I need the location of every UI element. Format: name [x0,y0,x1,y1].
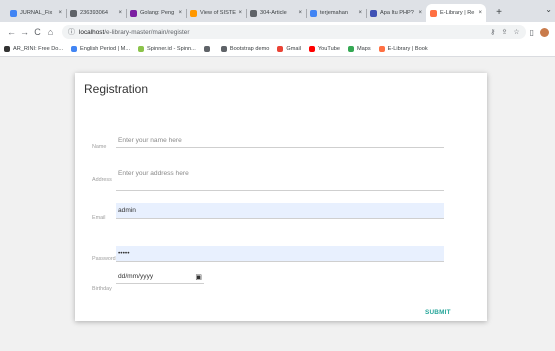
home-icon[interactable]: ⌂ [45,27,56,38]
browser-toolbar: ← → C ⌂ ⓘ localhost/e-library-master/mai… [0,22,555,42]
share-icon[interactable]: ⇪ [501,28,507,36]
name-input[interactable] [116,134,444,148]
password-input[interactable] [116,246,444,262]
bookmark-item[interactable] [203,46,213,52]
email-input[interactable] [116,203,444,219]
tab-title: View of SISTE [200,10,236,16]
reload-icon[interactable]: C [32,27,43,38]
tab-active[interactable]: E-Library | Re × [426,4,486,22]
gmail-icon [277,46,284,52]
bookmark-label: E-Library | Book [387,46,428,52]
close-icon[interactable]: × [358,10,362,16]
tab[interactable]: Apa Itu PHP? × [366,4,426,22]
close-icon[interactable]: × [178,10,182,16]
bookmark-item[interactable]: Maps [347,46,371,52]
birthday-date-input[interactable]: dd/mm/yyyy ▣ [116,270,204,284]
globe-icon [203,46,210,52]
bookmarks-bar: AR_RINI: Free Do... English Period | M..… [0,42,555,57]
tab[interactable]: Golang: Peng × [126,4,186,22]
tab-title: E-Library | Re [440,10,475,16]
profile-avatar[interactable] [540,27,549,37]
bookmark-item[interactable]: AR_RINI: Free Do... [4,46,63,52]
forward-icon[interactable]: → [19,27,30,38]
library-icon [430,9,437,17]
star-icon[interactable]: ☆ [513,28,519,36]
calendar-icon[interactable]: ▣ [195,273,202,281]
tab-search-icon[interactable]: ⌄ [545,5,552,14]
date-value: dd/mm/yyyy [118,273,154,280]
tab[interactable]: terjemahan × [306,4,366,22]
site-icon [190,9,197,17]
tab-title: 236393064 [80,10,108,16]
globe-icon [220,46,227,52]
bookmark-item[interactable]: E-Library | Book [378,46,428,52]
new-tab-button[interactable]: + [492,6,506,20]
bookmark-label: Bootstrap demo [229,46,270,52]
bookmark-icon [4,46,10,52]
site-icon [370,9,377,17]
bookmark-item[interactable]: YouTube [308,46,340,52]
bookmark-item[interactable]: Gmail [277,46,301,52]
page-content: Registration Name Address Enter your add… [0,57,555,351]
bookmark-icon [71,46,78,52]
tab-strip: JURNAL_Fix × 236393064 × Golang: Peng × … [0,0,555,22]
close-icon[interactable]: × [58,10,62,16]
library-icon [378,46,385,52]
name-label: Name [92,144,107,150]
back-icon[interactable]: ← [6,27,17,38]
tab-title: Apa Itu PHP? [380,10,414,16]
bookmark-item[interactable]: Spinner.id - Spinn... [138,46,196,52]
bookmark-label: AR_RINI: Free Do... [13,46,64,52]
bookmark-label: English Period | M... [80,46,131,52]
google-icon [310,9,317,17]
registration-card: Registration Name Address Enter your add… [75,73,487,321]
sidebar-icon[interactable]: ▯ [530,28,534,37]
close-icon[interactable]: × [478,10,482,16]
info-icon[interactable]: ⓘ [68,27,75,37]
bookmark-label: Gmail [286,46,301,52]
bookmark-item[interactable]: Bootstrap demo [220,46,270,52]
address-label: Address [92,177,112,183]
url-path: /e-library-master/main/register [104,28,190,36]
tab[interactable]: 236393064 × [66,4,126,22]
page-title: Registration [84,82,149,96]
globe-icon [250,9,257,17]
tab[interactable]: 304-Article × [246,4,306,22]
globe-icon [70,9,77,17]
birthday-label: Birthday [92,286,112,292]
maps-icon [347,46,354,52]
submit-button[interactable]: SUBMIT [425,309,451,316]
bookmark-item[interactable]: English Period | M... [71,46,130,52]
tab-title: terjemahan [320,10,348,16]
docs-icon [10,9,17,17]
tab-title: 304-Article [260,10,287,16]
close-icon[interactable]: × [418,10,422,16]
bookmark-label: YouTube [317,46,340,52]
tab-title: Golang: Peng [140,10,175,16]
key-icon[interactable]: ⚷ [490,28,495,36]
address-bar[interactable]: ⓘ localhost/e-library-master/main/regist… [62,25,526,39]
youtube-icon [308,46,315,52]
bookmark-icon [138,46,145,52]
close-icon[interactable]: × [118,10,122,16]
address-input[interactable]: Enter your address here [116,170,444,191]
close-icon[interactable]: × [238,10,242,16]
url-host: localhost [79,28,105,36]
bookmark-label: Spinner.id - Spinn... [147,46,196,52]
tab[interactable]: JURNAL_Fix × [6,4,66,22]
email-label: Email [92,215,106,221]
tab-title: JURNAL_Fix [20,10,53,16]
tab[interactable]: View of SISTE × [186,4,246,22]
close-icon[interactable]: × [298,10,302,16]
bookmark-label: Maps [356,46,371,52]
site-icon [130,9,137,17]
password-label: Password [92,256,116,262]
